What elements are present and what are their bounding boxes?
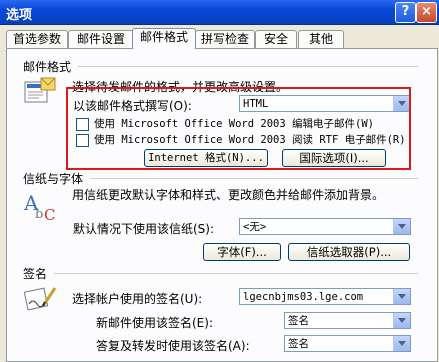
account-select[interactable]: lgecnbjms03.lge.com bbox=[239, 288, 411, 305]
international-options-button[interactable]: 国际选项(I)... bbox=[282, 149, 386, 167]
section-divider bbox=[54, 273, 418, 274]
chevron-down-icon[interactable] bbox=[393, 313, 410, 328]
section-divider bbox=[90, 178, 418, 179]
svg-text:b: b bbox=[35, 207, 43, 222]
tab-spelling[interactable]: 拼写检查 bbox=[195, 30, 255, 48]
svg-text:C: C bbox=[44, 206, 55, 222]
title-bar[interactable]: 选项 ? × bbox=[0, 0, 439, 25]
compose-format-label: 以该邮件格式撰写(O): bbox=[73, 99, 192, 113]
word-edit-checkbox[interactable] bbox=[76, 118, 89, 131]
mail-format-section-title: 邮件格式 bbox=[23, 60, 72, 74]
default-stationery-value: <无> bbox=[243, 221, 267, 233]
compose-format-value: HTML bbox=[243, 98, 269, 110]
account-signature-label: 选择帐户使用的签名(U): bbox=[72, 292, 203, 306]
section-divider bbox=[78, 66, 418, 67]
new-message-signature-select[interactable]: 签名 bbox=[284, 312, 411, 329]
new-message-signature-label: 新邮件使用该签名(E): bbox=[96, 316, 213, 330]
account-value: lgecnbjms03.lge.com bbox=[243, 291, 364, 303]
internet-format-button[interactable]: Internet 格式(N)... bbox=[144, 149, 268, 167]
word-read-label: 使用 Microsoft Office Word 2003 阅读 RTF 电子邮… bbox=[94, 134, 406, 146]
tab-mail-setup[interactable]: 邮件设置 bbox=[68, 30, 134, 48]
tab-security[interactable]: 安全 bbox=[255, 30, 297, 48]
default-stationery-select[interactable]: <无> bbox=[239, 218, 411, 235]
help-button[interactable]: ? bbox=[395, 2, 416, 23]
new-message-signature-value: 签名 bbox=[288, 315, 309, 327]
word-edit-label: 使用 Microsoft Office Word 2003 编辑电子邮件(W) bbox=[94, 118, 374, 130]
tab-mail-format[interactable]: 邮件格式 bbox=[132, 28, 196, 49]
close-button[interactable]: × bbox=[416, 2, 437, 23]
chevron-down-icon[interactable] bbox=[393, 336, 410, 351]
stationery-description: 用信纸更改默认字体和样式、更改颜色并给邮件添加背景。 bbox=[72, 188, 385, 202]
tab-preferences[interactable]: 首选参数 bbox=[6, 30, 68, 48]
default-stationery-label: 默认情况下使用该信纸(S): bbox=[73, 222, 215, 236]
signature-section-title: 签名 bbox=[23, 267, 48, 281]
compose-format-select[interactable]: HTML bbox=[239, 95, 411, 112]
reply-signature-select[interactable]: 签名 bbox=[284, 335, 411, 352]
reply-signature-label: 答复及转发时使用该签名(A): bbox=[96, 339, 250, 353]
chevron-down-icon[interactable] bbox=[393, 289, 410, 304]
font-button[interactable]: 字体(F)... bbox=[203, 243, 281, 261]
mail-format-icon bbox=[24, 77, 56, 103]
tab-other[interactable]: 其他 bbox=[298, 30, 344, 48]
chevron-down-icon[interactable] bbox=[393, 96, 410, 111]
stationery-picker-button[interactable]: 信纸选取器(P)... bbox=[288, 243, 410, 261]
mail-format-description: 选择待发邮件的格式，并更改高级设置。 bbox=[72, 80, 289, 94]
window-title: 选项 bbox=[6, 8, 33, 23]
signature-icon bbox=[23, 287, 57, 311]
chevron-down-icon[interactable] bbox=[393, 219, 410, 234]
stationery-section-title: 信纸与字体 bbox=[23, 172, 84, 186]
reply-signature-value: 签名 bbox=[288, 338, 309, 350]
fonts-icon: A b C bbox=[23, 191, 55, 222]
word-read-checkbox[interactable] bbox=[76, 134, 89, 147]
